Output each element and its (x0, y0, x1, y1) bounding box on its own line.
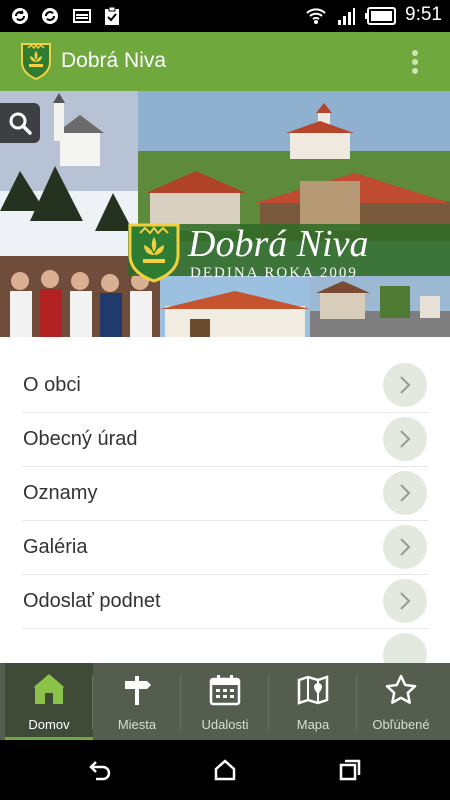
map-icon (297, 675, 329, 705)
tab-udalosti[interactable]: Udalosti (181, 663, 269, 740)
chevron-right-icon[interactable] (383, 417, 427, 461)
status-bar: 9:51 (0, 0, 450, 32)
menu-item-partial[interactable] (22, 629, 428, 663)
battery-icon (365, 7, 396, 25)
menu-item-obecny-urad[interactable]: Obecný úrad (22, 413, 428, 467)
search-button[interactable] (0, 103, 40, 143)
search-icon (9, 112, 32, 135)
sync-icon (12, 8, 28, 24)
system-nav-bar (0, 740, 450, 800)
calendar-icon (209, 675, 241, 706)
tab-oblubene[interactable]: Obľúbené (357, 663, 445, 740)
menu-item-label: Odoslať podnet (23, 590, 161, 612)
app-title: Dobrá Niva (61, 49, 167, 72)
chevron-right-icon[interactable] (383, 525, 427, 569)
status-time: 9:51 (405, 4, 442, 25)
signpost-icon (125, 676, 151, 705)
app-bar: Dobrá Niva (0, 32, 450, 91)
menu-item-label: Oznamy (23, 482, 98, 504)
hero-photo-collage (0, 91, 450, 337)
tab-label: Miesta (117, 717, 157, 732)
menu-item-label: Obecný úrad (23, 428, 138, 450)
sync-icon (42, 8, 58, 24)
home-nav-icon[interactable] (213, 758, 237, 782)
chevron-right-icon[interactable] (383, 471, 427, 515)
wifi-icon (306, 8, 326, 24)
tab-label: Udalosti (201, 717, 249, 732)
tab-label: Domov (28, 717, 70, 732)
main-menu-list: O obci Obecný úrad Oznamy Galéria Odosla… (0, 337, 450, 663)
menu-item-odoslat-podnet[interactable]: Odoslať podnet (22, 575, 428, 629)
tab-label: Mapa (296, 717, 330, 732)
banner-title: Dobrá Niva (188, 223, 369, 265)
banner-subtitle: DEDINA ROKA 2009 (190, 265, 358, 281)
menu-item-oznamy[interactable]: Oznamy (22, 467, 428, 521)
tab-miesta[interactable]: Miesta (93, 663, 181, 740)
chevron-right-icon[interactable] (383, 363, 427, 407)
home-icon (34, 674, 64, 704)
menu-item-galeria[interactable]: Galéria (22, 521, 428, 575)
back-icon[interactable] (88, 758, 112, 782)
menu-item-o-obci[interactable]: O obci (22, 359, 428, 413)
tab-mapa[interactable]: Mapa (269, 663, 357, 740)
coat-of-arms-icon (21, 43, 51, 80)
more-vert-icon[interactable] (408, 46, 422, 78)
banner-crest-icon (128, 223, 180, 283)
hero-banner (0, 91, 450, 337)
image-icon (73, 9, 91, 23)
recents-icon[interactable] (338, 758, 362, 782)
tab-label: Obľúbené (372, 717, 430, 732)
chevron-right-icon[interactable] (383, 633, 427, 663)
chevron-right-icon[interactable] (383, 579, 427, 623)
star-icon (385, 674, 417, 704)
menu-item-label: O obci (23, 374, 81, 396)
bottom-tab-bar: Domov Miesta Udalosti Mapa Obľúbené (0, 663, 450, 740)
clipboard-check-icon (105, 6, 119, 25)
tab-domov[interactable]: Domov (5, 663, 93, 740)
menu-item-label: Galéria (23, 536, 88, 558)
signal-icon (338, 8, 355, 25)
